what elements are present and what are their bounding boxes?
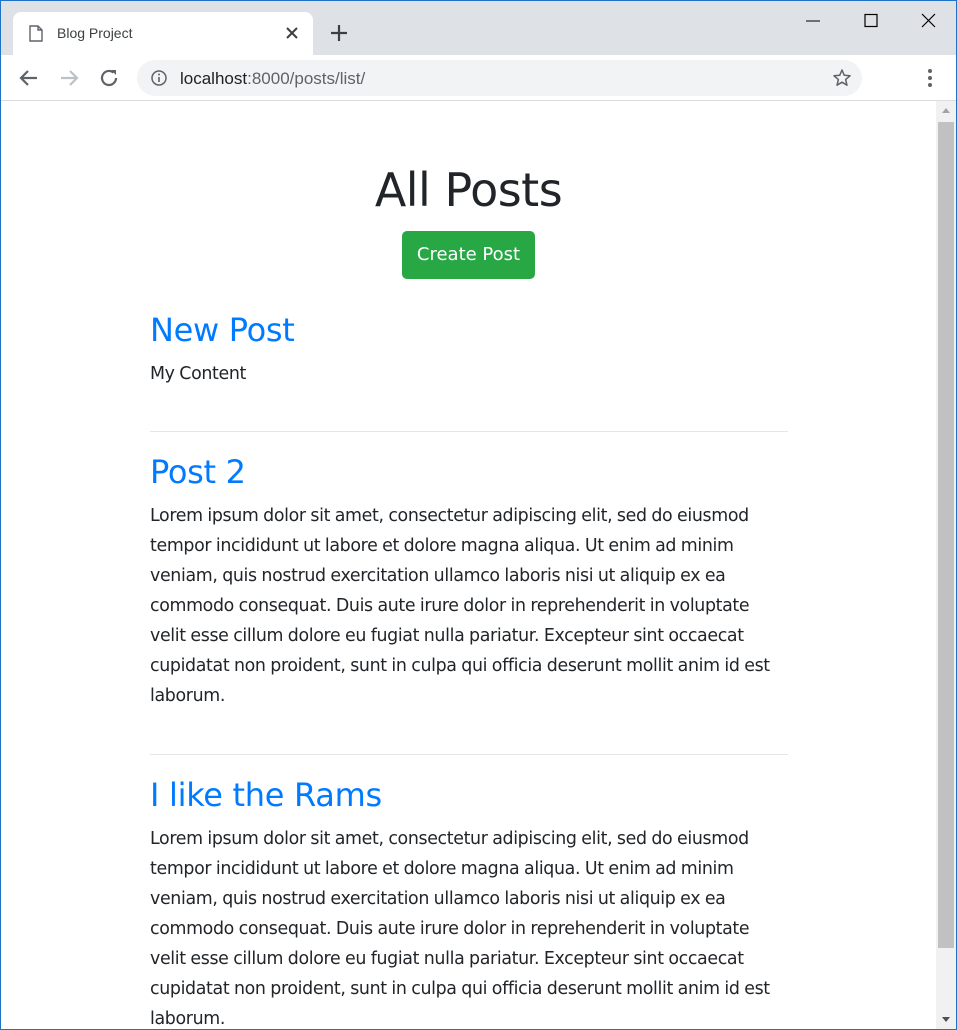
page-icon xyxy=(29,25,43,42)
scroll-down-arrow-icon[interactable] xyxy=(936,1011,956,1029)
more-menu-icon[interactable] xyxy=(919,67,941,89)
post-divider xyxy=(150,754,788,755)
url-host: localhost xyxy=(180,69,248,88)
vertical-scrollbar[interactable] xyxy=(936,101,956,1029)
address-bar[interactable]: localhost:8000/posts/list/ xyxy=(137,60,862,96)
url-path: :8000/posts/list/ xyxy=(247,69,366,88)
close-window-button[interactable] xyxy=(899,1,956,41)
forward-arrow-icon[interactable] xyxy=(57,66,81,90)
post-title-link[interactable]: Post 2 xyxy=(150,453,788,491)
post-content: My Content xyxy=(150,364,246,384)
close-icon xyxy=(921,13,936,28)
tab-strip: Blog Project xyxy=(1,1,956,55)
minimize-icon xyxy=(806,20,820,22)
maximize-button[interactable] xyxy=(842,1,900,41)
post-title-link[interactable]: New Post xyxy=(150,311,788,349)
reload-icon[interactable] xyxy=(97,66,121,90)
browser-window: Blog Project localhost:8000/posts/list/ … xyxy=(0,0,957,1030)
minimize-button[interactable] xyxy=(784,1,842,41)
info-icon[interactable] xyxy=(151,70,167,86)
url-text[interactable]: localhost:8000/posts/list/ xyxy=(180,69,365,89)
back-arrow-icon[interactable] xyxy=(17,66,41,90)
create-post-button[interactable]: Create Post xyxy=(402,231,535,279)
page-title: All Posts xyxy=(374,163,563,217)
bookmark-star-icon[interactable] xyxy=(832,68,852,88)
scrollbar-thumb[interactable] xyxy=(938,122,954,948)
post-divider xyxy=(150,431,788,432)
post-content: Lorem ipsum dolor sit amet, consectetur … xyxy=(150,829,770,1029)
new-tab-icon[interactable] xyxy=(328,22,350,44)
scroll-up-arrow-icon[interactable] xyxy=(936,101,956,119)
page-viewport: All Posts Create Post New Post My Conten… xyxy=(1,101,936,1029)
browser-toolbar: localhost:8000/posts/list/ xyxy=(1,55,956,101)
close-tab-icon[interactable] xyxy=(283,24,301,42)
post-item: I like the Rams Lorem ipsum dolor sit am… xyxy=(150,776,788,1029)
browser-tab[interactable]: Blog Project xyxy=(13,12,313,55)
tab-title: Blog Project xyxy=(57,25,133,41)
maximize-icon xyxy=(864,13,878,28)
post-item: New Post My Content xyxy=(150,311,788,389)
post-item: Post 2 Lorem ipsum dolor sit amet, conse… xyxy=(150,453,788,711)
post-content: Lorem ipsum dolor sit amet, consectetur … xyxy=(150,506,770,706)
post-title-link[interactable]: I like the Rams xyxy=(150,776,788,814)
